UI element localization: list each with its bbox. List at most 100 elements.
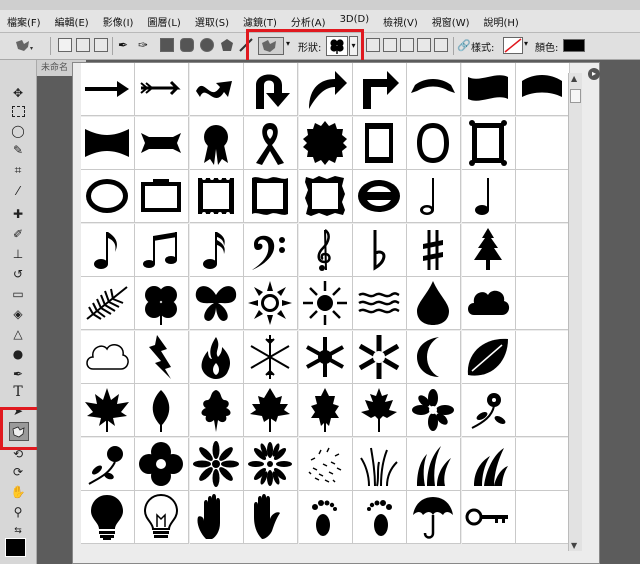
shape-cell[interactable] — [81, 223, 135, 277]
shape-cell[interactable] — [81, 170, 135, 223]
fill-pixels-button[interactable] — [94, 38, 108, 52]
shape-cell[interactable] — [461, 63, 516, 116]
scrollbar[interactable]: ▲ ▼ — [568, 73, 582, 551]
exclude-mode-button[interactable] — [434, 38, 448, 52]
shape-cell[interactable] — [189, 63, 244, 116]
shape-cell[interactable] — [81, 491, 135, 544]
shape-cell[interactable] — [461, 491, 516, 544]
menu-item[interactable]: 影像(I) — [96, 14, 141, 29]
color-swatch[interactable] — [563, 39, 585, 52]
shape-cell[interactable] — [135, 170, 190, 223]
shape-cell[interactable] — [189, 330, 244, 384]
move-tool-icon[interactable]: ✥ — [9, 84, 27, 101]
shape-cell[interactable] — [407, 223, 462, 277]
add-mode-button[interactable] — [383, 38, 397, 52]
shape-cell[interactable] — [189, 116, 244, 170]
shape-cell[interactable] — [81, 277, 135, 330]
menu-item[interactable]: 說明(H) — [477, 14, 526, 29]
menu-item[interactable]: 選取(S) — [188, 14, 236, 29]
shape-cell[interactable] — [353, 170, 407, 223]
menu-item[interactable]: 編輯(E) — [48, 14, 96, 29]
shape-cell[interactable] — [353, 223, 407, 277]
freeform-pen-icon[interactable]: ✑ — [138, 38, 152, 52]
shape-cell[interactable] — [353, 384, 407, 437]
shape-cell[interactable] — [407, 330, 462, 384]
shape-cell[interactable] — [81, 437, 135, 491]
shape-cell[interactable] — [244, 330, 299, 384]
blur-tool-icon[interactable]: △ — [9, 325, 27, 342]
marquee-tool-icon[interactable] — [9, 103, 27, 120]
shape-cell[interactable] — [244, 437, 299, 491]
eraser-tool-icon[interactable]: ▭ — [9, 285, 27, 302]
type-tool-icon[interactable]: T — [9, 383, 27, 400]
scroll-down-icon[interactable]: ▼ — [571, 541, 577, 550]
ellipse-tool-icon[interactable] — [200, 38, 214, 52]
shape-cell[interactable] — [81, 330, 135, 384]
shape-cell[interactable] — [244, 170, 299, 223]
menu-item[interactable]: 濾鏡(T) — [236, 14, 284, 29]
polygon-tool-icon[interactable] — [220, 38, 234, 52]
shape-cell[interactable] — [135, 330, 190, 384]
chevron-down-icon[interactable]: ▾ — [524, 39, 528, 48]
quick-select-tool-icon[interactable]: ✎ — [9, 141, 27, 158]
shape-cell[interactable] — [407, 116, 462, 170]
menu-item[interactable]: 檢視(V) — [376, 14, 425, 29]
menu-item[interactable]: 檔案(F) — [0, 14, 48, 29]
clone-stamp-tool-icon[interactable]: ⊥ — [9, 245, 27, 262]
shape-cell[interactable] — [407, 170, 462, 223]
scroll-thumb[interactable] — [570, 89, 581, 103]
shape-cell[interactable] — [461, 116, 516, 170]
menu-item[interactable]: 3D(D) — [333, 14, 377, 29]
shape-cell[interactable] — [298, 437, 353, 491]
shape-cell[interactable] — [298, 491, 353, 544]
menu-item[interactable]: 分析(A) — [284, 14, 333, 29]
shape-cell[interactable] — [461, 437, 516, 491]
shape-cell[interactable] — [298, 277, 353, 330]
shape-cell[interactable] — [135, 277, 190, 330]
dodge-tool-icon[interactable]: ● — [9, 345, 27, 362]
panel-menu-icon[interactable]: ▸ — [588, 68, 600, 80]
shape-cell[interactable] — [516, 63, 571, 116]
history-brush-tool-icon[interactable]: ↺ — [9, 265, 27, 282]
menu-item[interactable]: 圖層(L) — [140, 14, 187, 29]
shape-layers-button[interactable] — [58, 38, 72, 52]
shape-cell[interactable] — [135, 491, 190, 544]
swap-colors-icon[interactable]: ⇆ — [9, 522, 27, 539]
paint-bucket-tool-icon[interactable]: ◈ — [9, 305, 27, 322]
shape-cell[interactable] — [298, 223, 353, 277]
shape-cell[interactable] — [81, 384, 135, 437]
shape-cell[interactable] — [353, 437, 407, 491]
shape-cell[interactable] — [244, 277, 299, 330]
subtract-mode-button[interactable] — [400, 38, 414, 52]
eyedropper-tool-icon[interactable]: ⁄ — [9, 182, 27, 199]
shape-cell[interactable] — [135, 63, 190, 116]
shape-cell[interactable] — [189, 491, 244, 544]
shape-cell[interactable] — [461, 384, 516, 437]
shape-cell[interactable] — [189, 437, 244, 491]
shape-cell[interactable] — [189, 384, 244, 437]
shape-cell[interactable] — [189, 170, 244, 223]
scroll-up-icon[interactable]: ▲ — [571, 74, 577, 83]
zoom-tool-icon[interactable]: ⚲ — [9, 503, 27, 520]
hand-tool-icon[interactable]: ✋ — [9, 483, 27, 500]
shape-cell[interactable] — [244, 491, 299, 544]
shape-cell[interactable] — [407, 437, 462, 491]
brush-tool-icon[interactable]: ✐ — [9, 225, 27, 242]
shape-cell[interactable] — [461, 277, 516, 330]
shape-cell[interactable] — [353, 63, 407, 116]
shape-cell[interactable] — [135, 223, 190, 277]
shape-cell[interactable] — [244, 63, 299, 116]
shape-cell[interactable] — [135, 437, 190, 491]
shape-cell[interactable] — [353, 116, 407, 170]
shape-cell[interactable] — [244, 116, 299, 170]
link-icon[interactable]: 🔗 — [457, 39, 471, 52]
shape-cell[interactable] — [135, 384, 190, 437]
shape-cell[interactable] — [407, 63, 462, 116]
style-picker[interactable] — [503, 37, 523, 54]
shape-cell[interactable] — [244, 223, 299, 277]
foreground-color-swatch[interactable] — [5, 538, 26, 557]
shape-cell[interactable] — [298, 384, 353, 437]
shape-cell[interactable] — [407, 277, 462, 330]
shape-cell[interactable] — [298, 330, 353, 384]
pen-icon[interactable]: ✒ — [118, 38, 132, 52]
